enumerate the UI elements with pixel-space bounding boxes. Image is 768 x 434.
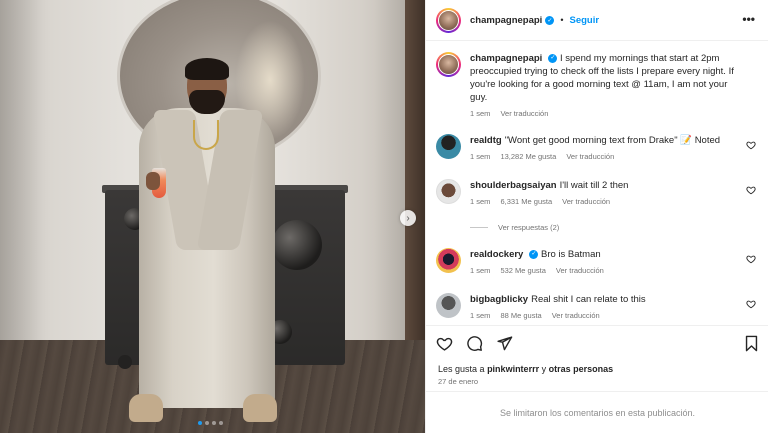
commenter-username[interactable]: bigbagblicky — [470, 294, 528, 305]
translate-link[interactable]: Ver traducción — [552, 311, 600, 320]
like-comment-heart-icon[interactable] — [746, 299, 756, 309]
author-avatar[interactable] — [436, 7, 461, 33]
comment-likes[interactable]: 88 Me gusta — [500, 311, 541, 320]
save-bookmark-icon[interactable] — [744, 335, 759, 352]
comment-item: shoulderbagsaiyan I'll wait till 2 then 1… — [436, 179, 761, 206]
translate-link[interactable]: Ver traducción — [500, 109, 548, 118]
chevron-right-icon: › — [406, 212, 410, 224]
view-replies-button[interactable]: Ver respuestas (2) — [470, 223, 559, 232]
caption-text: champagnepapi ✓ I spend my mornings that … — [470, 52, 740, 104]
comment-likes[interactable]: 13,282 Me gusta — [500, 152, 556, 161]
translate-link[interactable]: Ver traducción — [562, 197, 610, 206]
comment-time[interactable]: 1 sem — [470, 311, 490, 320]
translate-link[interactable]: Ver traducción — [566, 152, 614, 161]
hair — [185, 58, 229, 80]
commenter-avatar[interactable] — [436, 179, 461, 204]
liker-username[interactable]: pinkwinterrr — [487, 364, 539, 374]
caption-time[interactable]: 1 sem — [470, 109, 490, 118]
post-photo[interactable]: › — [0, 0, 425, 433]
comment-item: realdockery ✓ Bro is Batman 1 sem 532 Me … — [436, 248, 761, 275]
man-in-long-coat — [125, 58, 285, 433]
carousel-next-button[interactable]: › — [400, 210, 416, 226]
commenter-avatar[interactable] — [436, 248, 461, 273]
comment-time[interactable]: 1 sem — [470, 152, 490, 161]
gold-chain — [193, 120, 219, 150]
commenter-avatar[interactable] — [436, 293, 461, 318]
like-comment-heart-icon[interactable] — [746, 140, 756, 150]
carousel-dot — [212, 421, 216, 425]
comment-text: Real shit I can relate to this — [531, 294, 646, 305]
share-paper-plane-icon[interactable] — [496, 335, 513, 352]
comment-likes[interactable]: 6,331 Me gusta — [500, 197, 552, 206]
verified-badge-icon: ✓ — [545, 15, 555, 25]
comment-bubble-icon[interactable] — [466, 335, 483, 352]
commenter-username[interactable]: realdtg — [470, 135, 502, 146]
author-avatar[interactable] — [436, 52, 461, 77]
carousel-dot — [205, 421, 209, 425]
post-header: champagnepapi ✓ • Seguir ••• — [426, 0, 768, 41]
comment-text: I'll wait till 2 then — [559, 180, 629, 191]
post-side-panel: champagnepapi ✓ • Seguir ••• champagnepa… — [425, 0, 768, 433]
comment-item: realdtg "Wont get good morning text from … — [436, 134, 761, 161]
commenter-username[interactable]: realdockery — [470, 249, 523, 260]
instagram-post: › champagnepapi ✓ • Seguir ••• champagne… — [0, 0, 768, 433]
likes-summary: Les gusta a pinkwinterrr y otras persona… — [438, 364, 613, 374]
commenter-username[interactable]: shoulderbagsaiyan — [470, 180, 557, 191]
commenter-avatar[interactable] — [436, 134, 461, 159]
shoe — [129, 394, 163, 422]
replies-divider — [470, 227, 488, 228]
post-date[interactable]: 27 de enero — [438, 377, 478, 386]
caption: champagnepapi ✓ I spend my mornings that … — [436, 52, 761, 118]
likes-prefix: Les gusta a — [438, 364, 485, 374]
verified-badge-icon: ✓ — [548, 53, 558, 63]
carousel-dots — [198, 421, 223, 425]
door-frame — [405, 0, 425, 370]
caption-username[interactable]: champagnepapi — [470, 53, 542, 64]
like-comment-heart-icon[interactable] — [746, 185, 756, 195]
view-replies-label: Ver respuestas (2) — [498, 223, 560, 232]
post-actions: Les gusta a pinkwinterrr y otras persona… — [426, 325, 768, 433]
carousel-dot — [219, 421, 223, 425]
comment-item: bigbagblicky Real shit I can relate to th… — [436, 293, 761, 320]
author-username[interactable]: champagnepapi — [470, 15, 542, 26]
comment-time[interactable]: 1 sem — [470, 197, 490, 206]
follow-button[interactable]: Seguir — [569, 15, 599, 26]
comment-time[interactable]: 1 sem — [470, 266, 490, 275]
shoe — [243, 394, 277, 422]
separator-dot: • — [560, 15, 564, 25]
comments-limited-notice: Se limitaron los comentarios en esta pub… — [426, 391, 768, 434]
verified-badge-icon: ✓ — [529, 249, 539, 259]
comment-likes[interactable]: 532 Me gusta — [500, 266, 545, 275]
other-likers-link[interactable]: otras personas — [549, 364, 614, 374]
likes-conjunction: y — [541, 364, 547, 374]
carousel-dot — [198, 421, 202, 425]
comment-text: Bro is Batman — [540, 249, 601, 260]
comment-text: "Wont get good morning text from Drake" … — [504, 135, 721, 146]
comments-list[interactable]: champagnepapi ✓ I spend my mornings that … — [426, 42, 768, 325]
translate-link[interactable]: Ver traducción — [556, 266, 604, 275]
hand — [146, 172, 160, 190]
like-heart-icon[interactable] — [436, 335, 453, 352]
like-comment-heart-icon[interactable] — [746, 254, 756, 264]
more-options-icon[interactable]: ••• — [742, 12, 755, 26]
